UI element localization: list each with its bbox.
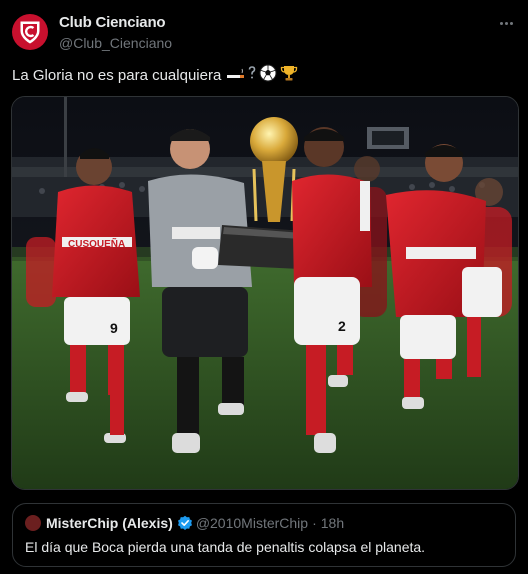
trophy-emoji (280, 64, 298, 88)
author-display-name[interactable]: Club Cienciano (59, 14, 172, 32)
post-card: Club Cienciano @Club_Cienciano La Gloria… (0, 0, 528, 574)
jersey-number-left: 9 (110, 320, 118, 336)
post-photo[interactable]: CUSQUEÑA 9 2 (11, 96, 519, 490)
question-mark-emoji (248, 66, 256, 86)
post-header: Club Cienciano @Club_Cienciano (12, 12, 516, 54)
more-options-icon[interactable] (496, 14, 516, 32)
quoted-handle[interactable]: @2010MisterChip (196, 515, 308, 531)
post-text-row: La Gloria no es para cualquiera (12, 64, 298, 88)
quoted-text: El día que Boca pierda una tanda de pena… (25, 539, 426, 555)
soccer-ball-emoji (259, 64, 277, 88)
quoted-avatar[interactable] (25, 515, 41, 531)
quoted-post-header: MisterChip (Alexis) @2010MisterChip · 18… (25, 514, 344, 532)
quoted-timestamp[interactable]: 18h (321, 515, 344, 531)
jersey-number-center: 2 (338, 318, 346, 334)
author-handle[interactable]: @Club_Cienciano (59, 33, 172, 53)
team-celebration-photo: CUSQUEÑA 9 2 (12, 97, 518, 489)
cigarette-emoji (227, 66, 245, 86)
jersey-sponsor-text: CUSQUEÑA (68, 237, 125, 250)
avatar[interactable] (12, 14, 48, 50)
quoted-display-name[interactable]: MisterChip (Alexis) (46, 515, 173, 531)
quoted-post[interactable]: MisterChip (Alexis) @2010MisterChip · 18… (12, 503, 516, 567)
club-cienciano-crest-icon (20, 21, 40, 44)
verified-badge-icon (177, 515, 192, 530)
quoted-separator: · (312, 515, 317, 531)
post-text: La Gloria no es para cualquiera (12, 67, 222, 84)
